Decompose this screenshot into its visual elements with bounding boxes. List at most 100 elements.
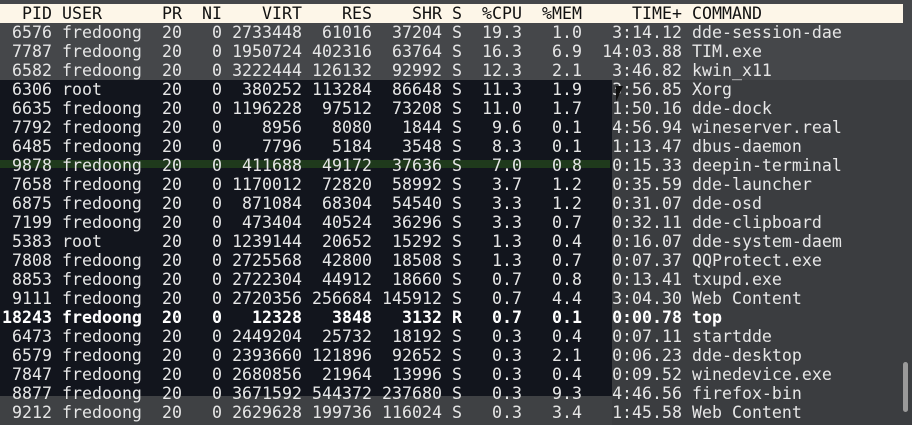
cell-virt: 1170012 (232, 175, 302, 194)
cell-user: root (62, 232, 102, 251)
cell-time: 0:09.52 (612, 365, 682, 384)
cell-state: S (452, 213, 462, 232)
cell-command: dbus-daemon (692, 137, 802, 156)
cell-cpu: 0.3 (492, 384, 522, 403)
cell-pr: 20 (162, 23, 182, 42)
cell-res: 49172 (322, 156, 372, 175)
cell-virt: 1950724 (232, 42, 302, 61)
cell-pr: 20 (162, 156, 182, 175)
cell-pid: 7658 (12, 175, 52, 194)
cell-pr: 20 (162, 327, 182, 346)
cell-mem: 2.1 (552, 61, 582, 80)
cell-pid: 6582 (12, 61, 52, 80)
cell-ni: 0 (212, 327, 222, 346)
cell-pr: 20 (162, 61, 182, 80)
cell-virt: 7796 (262, 137, 302, 156)
cell-time: 3:56.85 (612, 80, 682, 99)
cell-pid: 9878 (12, 156, 52, 175)
cell-cpu: 0.7 (492, 308, 522, 327)
cell-cpu: 12.3 (482, 61, 522, 80)
cell-cpu: 0.3 (492, 365, 522, 384)
cell-time: 1:45.58 (612, 403, 682, 422)
cell-command: top (692, 308, 722, 327)
cell-pid: 6306 (12, 80, 52, 99)
cell-time: 0:16.07 (612, 232, 682, 251)
cell-cpu: 0.3 (492, 327, 522, 346)
cell-ni: 0 (212, 308, 222, 327)
cell-cpu: 7.0 (492, 156, 522, 175)
cell-state: S (452, 23, 462, 42)
table-row: 5383 root 20 0 1239144 20652 15292 S 1.3 0.4 0:16.… (2, 232, 903, 251)
cell-res: 8080 (332, 118, 372, 137)
table-row: 9212 fredoong 20 0 2629628 199736 116024 S 0.3 3.… (2, 403, 903, 422)
cell-shr: 86648 (392, 80, 442, 99)
cell-pr: 20 (162, 365, 182, 384)
cell-time: 1:13.47 (612, 137, 682, 156)
cell-ni: 0 (212, 194, 222, 213)
cell-pid: 7847 (12, 365, 52, 384)
table-row: 6635 fredoong 20 0 1196228 97512 73208 S 11.0 1.7… (2, 99, 903, 118)
cell-pid: 9111 (12, 289, 52, 308)
cell-time: 14:03.88 (602, 42, 682, 61)
cell-time: 0:31.07 (612, 194, 682, 213)
cell-time: 0:35.59 (612, 175, 682, 194)
cell-state: S (452, 194, 462, 213)
cell-mem: 2.1 (552, 346, 582, 365)
cell-user: fredoong (62, 346, 142, 365)
cell-mem: 0.8 (552, 270, 582, 289)
cell-command: Xorg (692, 80, 732, 99)
table-row: 7658 fredoong 20 0 1170012 72820 58992 S 3.7 1.2 0… (2, 175, 903, 194)
cell-res: 21964 (322, 365, 372, 384)
cell-time: 3:04.30 (612, 289, 682, 308)
cell-user: fredoong (62, 137, 142, 156)
cell-command: winedevice.exe (692, 365, 832, 384)
cell-pr: 20 (162, 232, 182, 251)
cell-mem: 1.2 (552, 175, 582, 194)
table-row: 18243 fredoong 20 0 12328 3848 3132 R 0.7 0.1 0:00… (2, 308, 903, 327)
cell-command: wineserver.real (692, 118, 842, 137)
table-row: 6576 fredoong 20 0 2733448 61016 37204 S 19.3 1.0… (2, 23, 903, 42)
cell-pid: 6485 (12, 137, 52, 156)
cell-cpu: 0.7 (492, 289, 522, 308)
cell-time: 0:07.11 (612, 327, 682, 346)
cell-ni: 0 (212, 137, 222, 156)
cell-ni: 0 (212, 270, 222, 289)
cell-time: 0:15.33 (612, 156, 682, 175)
cell-mem: 1.0 (552, 23, 582, 42)
cell-ni: 0 (212, 365, 222, 384)
cell-state: S (452, 42, 462, 61)
cell-pid: 8853 (12, 270, 52, 289)
cell-state: S (452, 270, 462, 289)
cell-shr: 18508 (392, 251, 442, 270)
cell-cpu: 8.3 (492, 137, 522, 156)
cell-cpu: 3.3 (492, 194, 522, 213)
cell-command: kwin_x11 (692, 61, 772, 80)
cell-time: 1:50.16 (612, 99, 682, 118)
cell-state: R (452, 308, 462, 327)
cell-pr: 20 (162, 42, 182, 61)
cell-time: 4:46.56 (612, 384, 682, 403)
cell-ni: 0 (212, 346, 222, 365)
cell-state: S (452, 346, 462, 365)
table-row: 9111 fredoong 20 0 2720356 256684 145912 S 0.7 4.… (2, 289, 903, 308)
cell-pid: 9212 (12, 403, 52, 422)
cell-cpu: 0.3 (492, 403, 522, 422)
cell-shr: 36296 (392, 213, 442, 232)
cell-pr: 20 (162, 213, 182, 232)
cell-cpu: 3.7 (492, 175, 522, 194)
cell-res: 68304 (322, 194, 372, 213)
scrollbar[interactable] (903, 362, 908, 412)
cell-virt: 8956 (262, 118, 302, 137)
cell-ni: 0 (212, 213, 222, 232)
table-row: 6473 fredoong 20 0 2449204 25732 18192 S 0.3 0.4 0… (2, 327, 903, 346)
cell-pid: 6635 (12, 99, 52, 118)
col-state: S (452, 4, 462, 23)
cell-cpu: 19.3 (482, 23, 522, 42)
cell-ni: 0 (212, 80, 222, 99)
cell-state: S (452, 289, 462, 308)
cell-shr: 13996 (392, 365, 442, 384)
cell-cpu: 1.3 (492, 251, 522, 270)
cell-state: S (452, 403, 462, 422)
cell-user: fredoong (62, 118, 142, 137)
cell-virt: 3671592 (232, 384, 302, 403)
